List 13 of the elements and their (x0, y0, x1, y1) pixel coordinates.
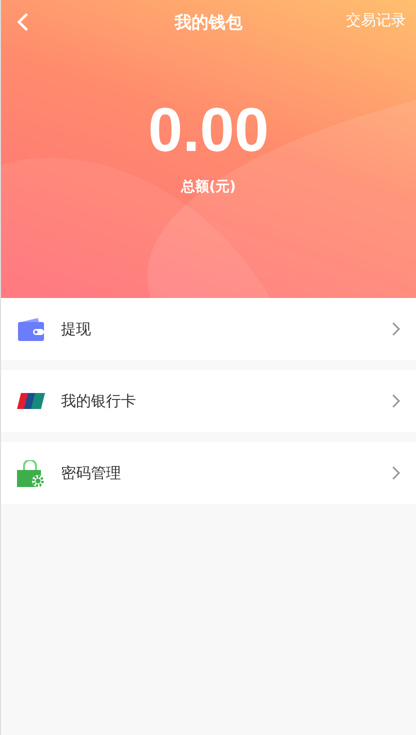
back-icon (17, 12, 29, 32)
balance-amount: 0.00 (148, 96, 269, 166)
menu-item[interactable]: 我的银行卡 (1, 370, 416, 432)
wallet-icon (17, 317, 45, 341)
page-title: 我的钱包 (174, 12, 242, 34)
chevron-icon (392, 466, 400, 480)
lock-gear-icon (17, 460, 45, 486)
chevron-icon (392, 394, 400, 408)
chevron-icon (392, 322, 400, 336)
balance-label: 总额(元) (181, 178, 236, 196)
bank-card-icon (17, 392, 45, 410)
menu-item[interactable]: 密码管理 (1, 442, 416, 504)
menu-item[interactable]: 提现 (1, 298, 416, 360)
